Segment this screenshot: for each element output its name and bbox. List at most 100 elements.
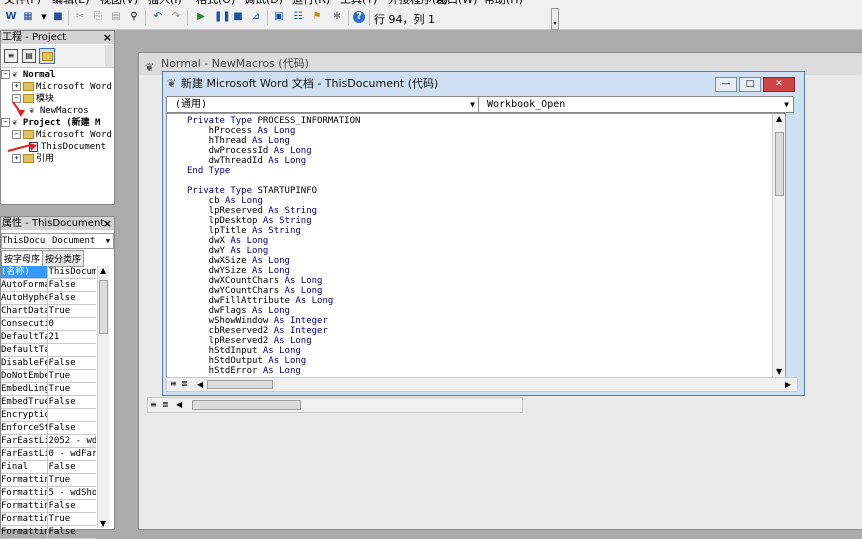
- scroll-up-icon[interactable]: ▲: [100, 266, 106, 275]
- code-line[interactable]: lpDesktop As String: [187, 216, 360, 226]
- property-row[interactable]: FarEastLin0 - wdFar: [1, 448, 96, 461]
- scroll-left-icon[interactable]: ◀: [176, 400, 182, 409]
- property-value[interactable]: 2052 - wd: [48, 435, 96, 447]
- menu-item[interactable]: 文件(F): [4, 0, 41, 7]
- scroll-right-icon[interactable]: ▶: [785, 380, 791, 389]
- tree-node-references[interactable]: + 引用: [1, 153, 112, 165]
- property-value[interactable]: [48, 344, 96, 356]
- scroll-thumb[interactable]: [775, 132, 784, 196]
- redo-icon[interactable]: ↷: [170, 11, 182, 23]
- tree-node-word-objects-2[interactable]: − Microsoft Word: [1, 129, 112, 141]
- close-button[interactable]: ✕: [763, 77, 795, 92]
- property-value[interactable]: [48, 409, 96, 421]
- code-text[interactable]: Private Type PROCESS_INFORMATION hProces…: [187, 116, 360, 376]
- full-module-view-icon[interactable]: ≣: [162, 400, 169, 409]
- property-value[interactable]: True: [48, 474, 96, 486]
- code-line[interactable]: dwThreadId As Long: [187, 156, 360, 166]
- tree-node-word-objects[interactable]: + Microsoft Word: [1, 81, 112, 93]
- menu-item[interactable]: 插入(I): [148, 0, 182, 7]
- code-line[interactable]: lpReserved As String: [187, 206, 360, 216]
- code-line[interactable]: Private Type STARTUPINFO: [187, 186, 360, 196]
- property-row[interactable]: EmbedTrueTFalse: [1, 396, 96, 409]
- code-line[interactable]: hStdInput As Long: [187, 346, 360, 356]
- property-row[interactable]: Formatting5 - wdSho: [1, 487, 96, 500]
- scroll-up-icon[interactable]: ▲: [776, 114, 782, 123]
- maximize-button[interactable]: □: [739, 77, 761, 92]
- run-icon[interactable]: ▶: [195, 11, 207, 23]
- code-line[interactable]: dwXCountChars As Long: [187, 276, 360, 286]
- property-value[interactable]: False: [48, 357, 96, 369]
- property-row[interactable]: Final False: [1, 461, 96, 474]
- property-row[interactable]: FormattingFalse: [1, 500, 96, 513]
- code-line[interactable]: Private Type PROCESS_INFORMATION: [187, 116, 360, 126]
- tree-node-normal[interactable]: − ❦ Normal: [1, 69, 112, 81]
- property-value[interactable]: False: [48, 422, 96, 434]
- design-mode-icon[interactable]: ⊿: [250, 11, 262, 23]
- scroll-down-icon[interactable]: ▼: [776, 367, 782, 376]
- scroll-thumb[interactable]: [207, 380, 273, 389]
- property-row[interactable]: FormattingTrue: [1, 474, 96, 487]
- tree-node-project[interactable]: − ❦ Project (新建 M: [1, 117, 112, 129]
- code-line[interactable]: wShowWindow As Integer: [187, 316, 360, 326]
- property-value[interactable]: False: [48, 461, 96, 473]
- menu-item[interactable]: 工具(T): [340, 0, 377, 7]
- code-line[interactable]: [187, 176, 360, 186]
- property-row[interactable]: ChartDataPTrue: [1, 305, 96, 318]
- code-line[interactable]: lpReserved2 As Long: [187, 336, 360, 346]
- code-line[interactable]: hProcess As Long: [187, 126, 360, 136]
- menu-item[interactable]: 编辑(E): [52, 0, 90, 7]
- menu-item[interactable]: 格式(O): [196, 0, 235, 7]
- property-value[interactable]: 0: [48, 318, 96, 330]
- help-icon[interactable]: ?: [353, 11, 365, 23]
- menu-item[interactable]: 调试(D): [244, 0, 283, 7]
- code-line[interactable]: hThread As Long: [187, 136, 360, 146]
- reset-icon[interactable]: ■: [232, 11, 244, 23]
- find-icon[interactable]: ⚲: [128, 11, 140, 23]
- property-value[interactable]: 0 - wdFar: [48, 448, 96, 460]
- code-line[interactable]: dwProcessId As Long: [187, 146, 360, 156]
- scroll-left-icon[interactable]: ◀: [197, 380, 203, 389]
- scroll-thumb[interactable]: [99, 280, 108, 334]
- scroll-down-icon[interactable]: ▼: [100, 519, 106, 528]
- close-icon[interactable]: ×: [103, 31, 112, 44]
- properties-icon[interactable]: ☷: [292, 11, 304, 23]
- undo-icon[interactable]: ↶: [152, 11, 164, 23]
- property-row[interactable]: FormattingTrue: [1, 513, 96, 526]
- property-value[interactable]: False: [48, 279, 96, 291]
- object-browser-icon[interactable]: ⚑: [311, 11, 323, 23]
- code-line[interactable]: cbReserved2 As Integer: [187, 326, 360, 336]
- code-hscrollbar[interactable]: ≡ ≣ ◀ ▶: [166, 377, 798, 392]
- insert-dropdown-icon[interactable]: ▦: [22, 11, 34, 23]
- property-value[interactable]: ThisDocum: [48, 266, 96, 278]
- property-value[interactable]: False: [48, 396, 96, 408]
- code-vscrollbar[interactable]: ▲ ▼: [772, 114, 785, 377]
- code-line[interactable]: lpTitle As String: [187, 226, 360, 236]
- procedure-view-icon[interactable]: ≡: [170, 379, 177, 388]
- view-object-icon[interactable]: ▤: [22, 49, 36, 63]
- code-line[interactable]: dwX As Long: [187, 236, 360, 246]
- menu-item[interactable]: 帮助(H): [484, 0, 523, 7]
- property-value[interactable]: 21: [48, 331, 96, 343]
- property-row[interactable]: DoNotEmbedTrue: [1, 370, 96, 383]
- toolbar-grip[interactable]: ▾: [551, 8, 559, 30]
- cut-icon[interactable]: ✂: [74, 11, 86, 23]
- dropdown-arrow-icon[interactable]: ▼: [38, 11, 50, 23]
- normal-window-hscrollbar[interactable]: ≡ ≣ ◀: [147, 397, 523, 413]
- procedure-combo[interactable]: Workbook_Open ▼: [478, 96, 794, 113]
- code-line[interactable]: hStdError As Long: [187, 366, 360, 376]
- toggle-folders-icon[interactable]: [39, 48, 55, 64]
- code-line[interactable]: dwYCountChars As Long: [187, 286, 360, 296]
- full-module-view-icon[interactable]: ≣: [181, 379, 188, 388]
- word-icon[interactable]: W: [5, 11, 17, 23]
- copy-icon[interactable]: ⎘: [92, 11, 104, 23]
- object-selector[interactable]: ThisDocu Document ▼: [1, 233, 114, 249]
- tab-alphabetic[interactable]: 按字母序: [1, 250, 44, 267]
- property-row[interactable]: DefaultTar: [1, 344, 96, 357]
- property-row[interactable]: Consecutiv0: [1, 318, 96, 331]
- property-row[interactable]: AutoFormatFalse: [1, 279, 96, 292]
- project-explorer-icon[interactable]: ▣: [273, 11, 285, 23]
- project-pane-scroll-stub[interactable]: [105, 45, 113, 67]
- code-line[interactable]: cb As Long: [187, 196, 360, 206]
- close-icon[interactable]: ×: [103, 217, 112, 230]
- property-row[interactable]: FarEastLin2052 - wd: [1, 435, 96, 448]
